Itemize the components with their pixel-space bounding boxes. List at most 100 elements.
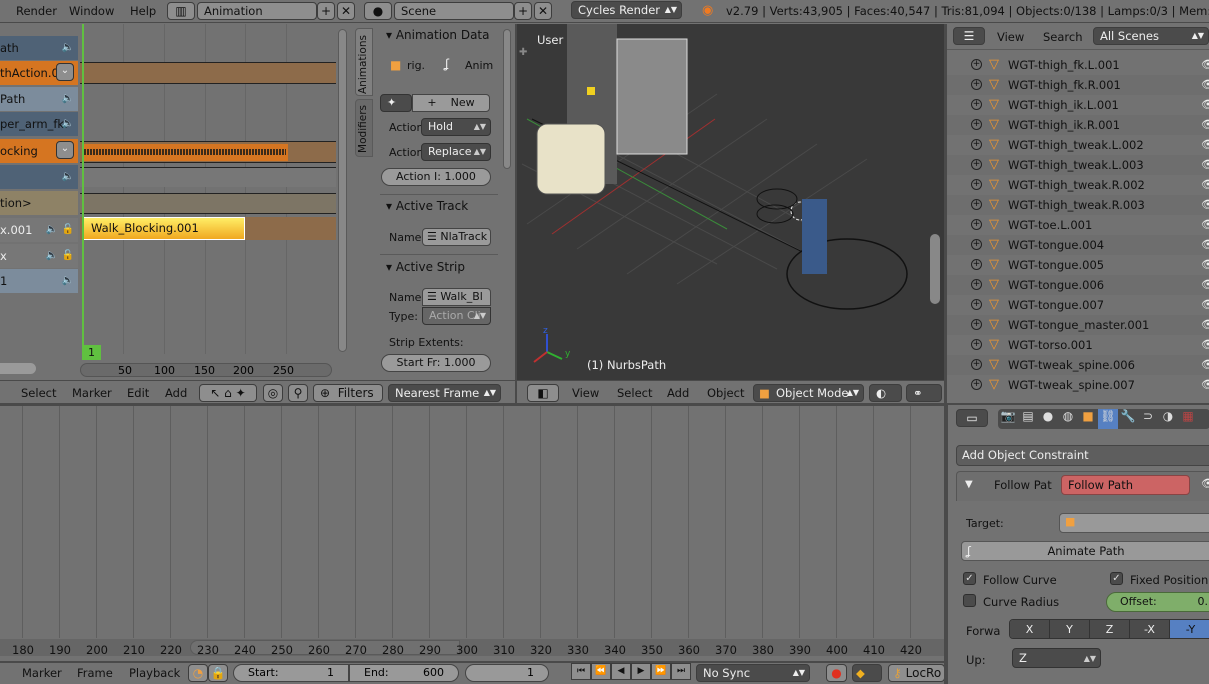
nla-channel[interactable]: Path 🔈: [0, 87, 78, 111]
area-divider[interactable]: [0, 403, 1209, 405]
expand-icon[interactable]: +: [971, 239, 982, 250]
outliner-item[interactable]: + ▽ WGT-thigh_fk.R.001 👁: [947, 75, 1209, 95]
material-tab-icon[interactable]: ◑: [1158, 409, 1178, 429]
outliner-type-icon[interactable]: ☰: [953, 27, 985, 45]
expand-icon[interactable]: +: [971, 339, 982, 350]
active-track-header[interactable]: ▾ Active Track: [386, 199, 468, 213]
extrapolation-dropdown[interactable]: Hold ▲▼: [421, 118, 491, 136]
data-tab-icon[interactable]: ⊃: [1138, 409, 1158, 429]
modifiers-tab-icon[interactable]: 🔧: [1118, 409, 1138, 429]
expand-icon[interactable]: +: [971, 179, 982, 190]
animate-path-button[interactable]: ʆ Animate Path: [961, 541, 1209, 561]
render-layers-tab-icon[interactable]: ▤: [1018, 409, 1038, 429]
eye-icon[interactable]: 👁: [1201, 315, 1209, 335]
nla-channel[interactable]: ath 🔈: [0, 36, 78, 60]
action-track[interactable]: [80, 141, 336, 163]
offset-field[interactable]: Offset: 0.: [1106, 592, 1209, 612]
play-reverse-button[interactable]: ◀: [611, 663, 631, 680]
outliner-item[interactable]: + ▽ WGT-tongue.005 👁: [947, 255, 1209, 275]
nla-channel[interactable]: x.001 🔈 🔓: [0, 218, 78, 242]
outliner-item[interactable]: + ▽ WGT-tongue.006 👁: [947, 275, 1209, 295]
speaker-icon[interactable]: 🔈: [46, 244, 58, 268]
outliner-item[interactable]: + ▽ WGT-tongue_master.001 👁: [947, 315, 1209, 335]
mode-dropdown[interactable]: ■ Object Mode ▲▼: [753, 384, 864, 402]
outliner-item[interactable]: + ▽ WGT-thigh_tweak.R.002 👁: [947, 175, 1209, 195]
expand-icon[interactable]: +: [971, 159, 982, 170]
texture-tab-icon[interactable]: ▦: [1178, 409, 1198, 429]
menu-window[interactable]: Window: [69, 4, 114, 18]
nla-track[interactable]: Walk_Blocking.001: [80, 217, 336, 240]
channel-scrollbar[interactable]: [0, 363, 36, 374]
action-browse-button[interactable]: ✦: [380, 94, 412, 112]
blending-dropdown[interactable]: Replace ▲▼: [421, 143, 491, 161]
nla-strip[interactable]: Walk_Blocking.001: [83, 217, 245, 240]
eye-icon[interactable]: 👁: [1201, 275, 1209, 295]
constraint-name-field[interactable]: Follow Path: [1061, 475, 1190, 495]
outliner-item[interactable]: + ▽ WGT-thigh_ik.R.001 👁: [947, 115, 1209, 135]
current-frame-indicator[interactable]: 1: [82, 345, 101, 360]
axis-y-button[interactable]: Y: [1050, 620, 1090, 638]
eye-icon[interactable]: 👁: [1201, 95, 1209, 115]
target-field[interactable]: ■: [1059, 513, 1209, 533]
outliner-item[interactable]: + ▽ WGT-thigh_ik.L.001 👁: [947, 95, 1209, 115]
sidebar-scrollbar[interactable]: [503, 29, 511, 169]
add-scene-button[interactable]: +: [514, 2, 532, 20]
filters-button[interactable]: ⊕ Filters: [313, 384, 383, 402]
expand-icon[interactable]: +: [971, 99, 982, 110]
expand-icon[interactable]: +: [971, 119, 982, 130]
active-strip-header[interactable]: ▾ Active Strip: [386, 260, 465, 274]
menu-add[interactable]: Add: [165, 386, 187, 400]
expand-icon[interactable]: +: [971, 139, 982, 150]
eye-icon[interactable]: 👁: [1201, 255, 1209, 275]
world-tab-icon[interactable]: ◍: [1058, 409, 1078, 429]
action-influence-field[interactable]: Action I: 1.000: [381, 168, 491, 186]
speaker-icon[interactable]: 🔈: [62, 165, 74, 189]
strip-name-field[interactable]: ☰ Walk_Bl: [422, 288, 491, 306]
menu-add[interactable]: Add: [667, 386, 689, 400]
preview-range-icon[interactable]: ◔: [188, 664, 208, 682]
eye-icon[interactable]: 👁: [1201, 135, 1209, 155]
end-frame-field[interactable]: End: 600: [349, 664, 459, 682]
expand-icon[interactable]: +: [971, 379, 982, 390]
remove-scene-button[interactable]: ✕: [534, 2, 552, 20]
menu-object[interactable]: Object: [707, 386, 744, 400]
lock-icon[interactable]: 🔓: [62, 244, 74, 268]
menu-marker[interactable]: Marker: [72, 386, 112, 400]
strip-type-dropdown[interactable]: Action Cli ▲▼: [422, 307, 491, 325]
eye-icon[interactable]: 👁: [1201, 375, 1209, 395]
outliner-item[interactable]: + ▽ WGT-thigh_tweak.R.003 👁: [947, 195, 1209, 215]
outliner-item[interactable]: + ▽ WGT-thigh_fk.L.001 👁: [947, 55, 1209, 75]
menu-view[interactable]: View: [572, 386, 599, 400]
expand-icon[interactable]: +: [971, 319, 982, 330]
speaker-icon[interactable]: 🔈: [62, 87, 74, 111]
eye-icon[interactable]: 👁: [1201, 75, 1209, 95]
menu-playback[interactable]: Playback: [129, 666, 180, 680]
expand-icon[interactable]: +: [971, 359, 982, 370]
sync-dropdown[interactable]: No Sync ▲▼: [696, 664, 810, 682]
remove-layout-button[interactable]: ✕: [337, 2, 355, 20]
expand-icon[interactable]: +: [971, 279, 982, 290]
menu-help[interactable]: Help: [130, 4, 156, 18]
include-missing-icon[interactable]: ◎: [263, 384, 283, 402]
current-frame-field[interactable]: 1: [465, 664, 549, 682]
push-down-icon[interactable]: ⌄: [56, 141, 74, 159]
outliner-item[interactable]: + ▽ WGT-tweak_spine.006 👁: [947, 355, 1209, 375]
tab-modifiers[interactable]: Modifiers: [355, 99, 373, 157]
axis-z-button[interactable]: Z: [1090, 620, 1130, 638]
menu-select[interactable]: Select: [21, 386, 56, 400]
keying-set-field[interactable]: ⚷ LocRo: [888, 664, 945, 682]
eye-icon[interactable]: 👁: [1201, 175, 1209, 195]
editor-type-icon[interactable]: ◧: [527, 384, 559, 402]
scene-icon[interactable]: ●: [364, 2, 392, 20]
nla-channel[interactable]: 🔈: [0, 165, 78, 189]
eye-icon[interactable]: 👁: [1201, 477, 1209, 490]
expand-icon[interactable]: +: [971, 259, 982, 270]
expand-icon[interactable]: +: [971, 59, 982, 70]
outliner-item[interactable]: + ▽ WGT-tongue.004 👁: [947, 235, 1209, 255]
eye-icon[interactable]: 👁: [1201, 215, 1209, 235]
action-track[interactable]: [80, 62, 336, 84]
expand-icon[interactable]: +: [971, 199, 982, 210]
vertical-scrollbar[interactable]: [338, 29, 347, 352]
outliner-item[interactable]: + ▽ WGT-thigh_tweak.L.002 👁: [947, 135, 1209, 155]
tab-animations[interactable]: Animations: [355, 28, 373, 96]
